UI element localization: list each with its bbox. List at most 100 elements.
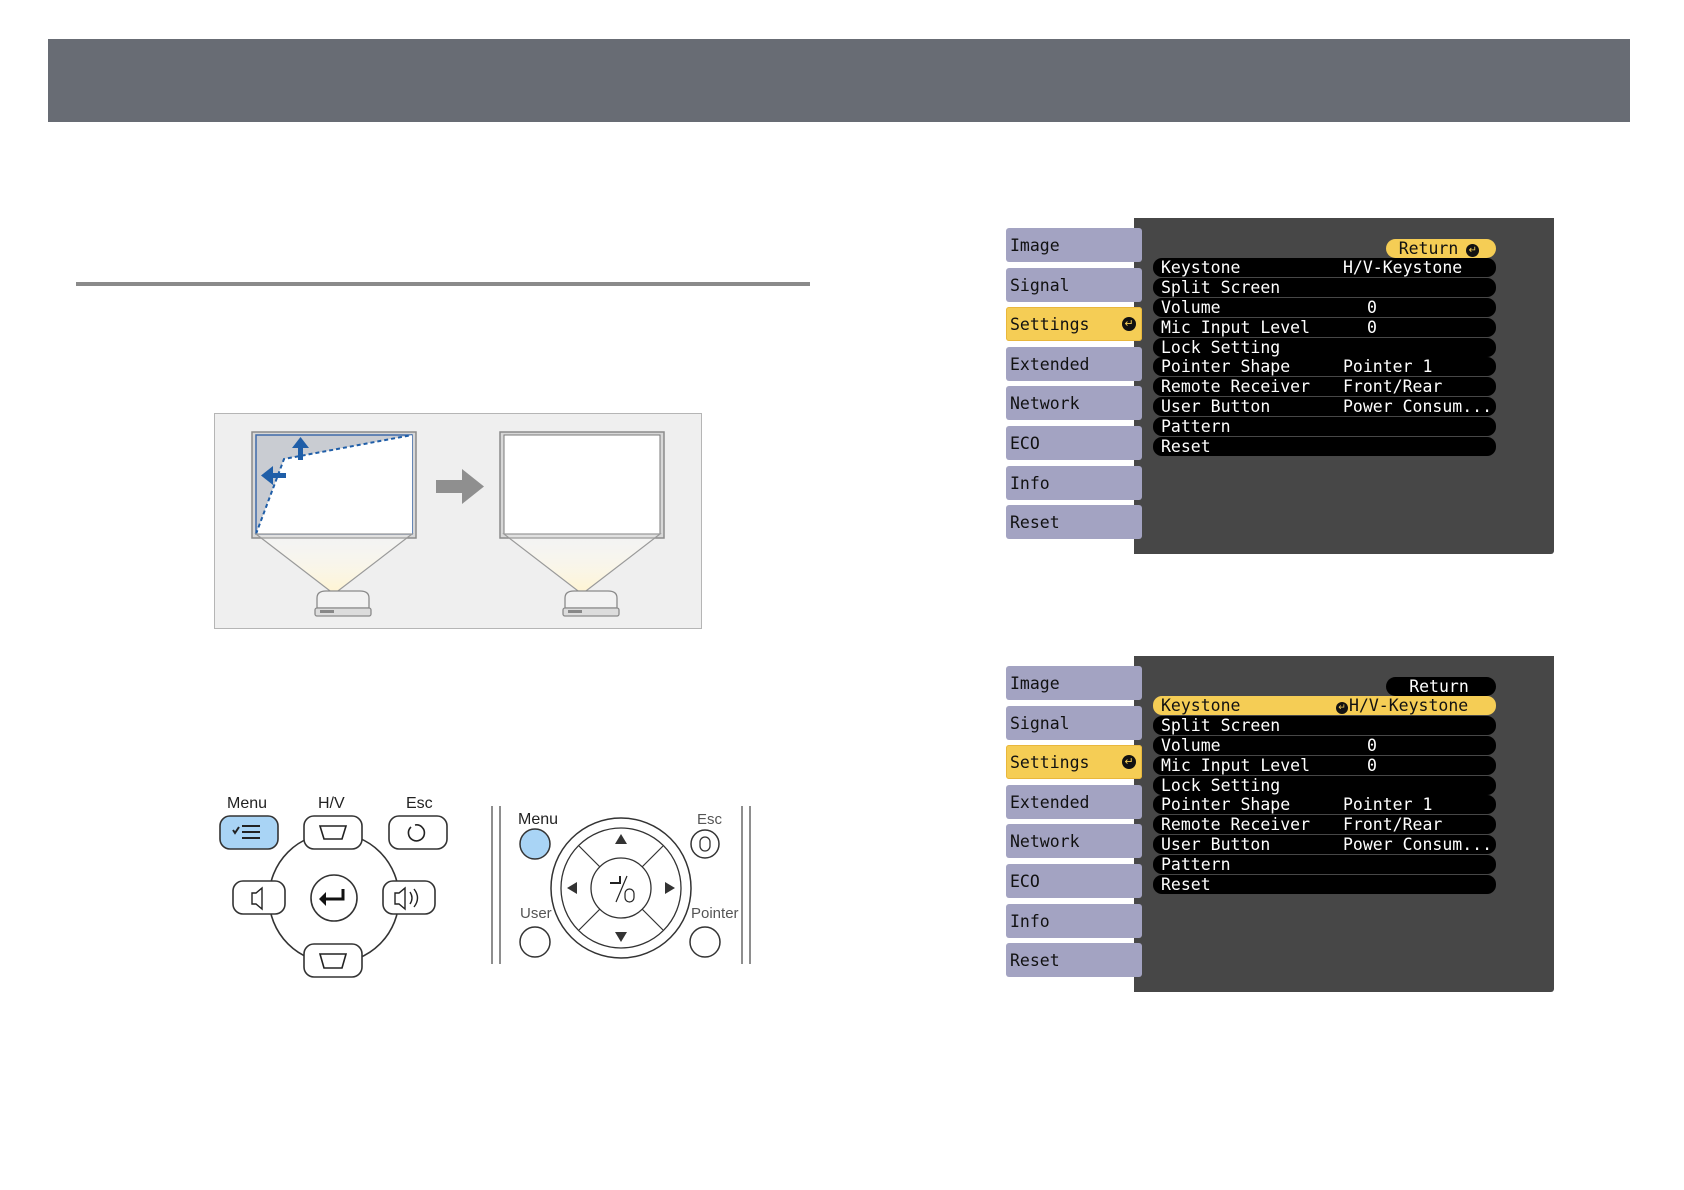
row-value: Front/Rear	[1343, 377, 1443, 397]
remote-user-label: User	[520, 905, 552, 922]
sidebar-item-image[interactable]: Image	[1006, 228, 1142, 262]
volume-up-button[interactable]	[382, 880, 436, 915]
enter-button[interactable]	[310, 874, 358, 922]
menu-row-user-button[interactable]: User Button Power Consum...	[1153, 835, 1496, 855]
return-button[interactable]: Return	[1386, 677, 1496, 696]
row-label: Remote Receiver	[1161, 377, 1311, 397]
sidebar-item-label: Reset	[1010, 951, 1060, 971]
sidebar-item-label: ECO	[1010, 433, 1040, 453]
menu-label: Menu	[227, 795, 267, 812]
sidebar-item-eco[interactable]: ECO	[1006, 425, 1142, 460]
row-label: Lock Setting	[1161, 775, 1281, 795]
remote-user-button[interactable]	[519, 926, 551, 958]
row-label: Pattern	[1161, 417, 1231, 437]
projector-right	[562, 590, 620, 617]
menu-row-pattern[interactable]: Pattern	[1153, 417, 1496, 437]
row-label: Mic Input Level	[1161, 755, 1311, 775]
menu-button[interactable]	[219, 815, 279, 850]
return-button[interactable]: Return ↵	[1386, 239, 1496, 258]
menu-row-mic-input-level[interactable]: Mic Input Level 0	[1153, 317, 1496, 337]
menu-row-lock-setting[interactable]: Lock Setting	[1153, 337, 1496, 357]
menu-row-user-button[interactable]: User Button Power Consum...	[1153, 397, 1496, 417]
menu-row-mic-input-level[interactable]: Mic Input Level 0	[1153, 755, 1496, 775]
menu-row-volume[interactable]: Volume 0	[1153, 735, 1496, 755]
menu-row-reset[interactable]: Reset	[1153, 437, 1496, 457]
row-label: Reset	[1161, 875, 1211, 895]
menu-row-remote-receiver[interactable]: Remote Receiver Front/Rear	[1153, 377, 1496, 397]
row-label: Keystone	[1161, 696, 1241, 715]
menu-row-pointer-shape[interactable]: Pointer Shape Pointer 1	[1153, 795, 1496, 815]
projector-left	[314, 590, 372, 617]
sidebar-item-label: ECO	[1010, 871, 1040, 891]
menu-row-pointer-shape[interactable]: Pointer Shape Pointer 1	[1153, 357, 1496, 377]
osd-menu-settings: Image Signal Settings ↵ Extended Network …	[1006, 218, 1554, 558]
row-label: User Button	[1161, 835, 1271, 855]
keystone-correction-illustration	[214, 413, 702, 629]
sidebar-item-image[interactable]: Image	[1006, 666, 1142, 700]
menu-row-keystone[interactable]: Keystone ↵ H/V-Keystone	[1153, 696, 1496, 715]
row-label: Pattern	[1161, 855, 1231, 875]
sidebar-item-label: Signal	[1010, 275, 1070, 295]
row-label: Pointer Shape	[1161, 795, 1291, 815]
row-label: Keystone	[1161, 258, 1241, 277]
row-value: 0	[1367, 755, 1377, 775]
keystone-down-button[interactable]	[303, 943, 363, 978]
row-label: Pointer Shape	[1161, 357, 1291, 377]
sidebar-item-label: Signal	[1010, 713, 1070, 733]
osd-sidebar: Image Signal Settings ↵ Extended Network …	[1006, 666, 1142, 983]
hv-keystone-button[interactable]	[303, 815, 363, 850]
remote-esc-button[interactable]	[690, 829, 720, 859]
row-value: Pointer 1	[1343, 357, 1433, 377]
remote-control-illustration: Menu Esc User Pointer	[491, 806, 751, 964]
osd-menu-keystone-selected: Image Signal Settings ↵ Extended Network …	[1006, 656, 1554, 996]
sidebar-item-info[interactable]: Info	[1006, 465, 1142, 500]
menu-row-lock-setting[interactable]: Lock Setting	[1153, 775, 1496, 795]
esc-button[interactable]	[388, 815, 448, 850]
row-value: 0	[1367, 735, 1377, 755]
menu-row-keystone[interactable]: Keystone H/V-Keystone	[1153, 258, 1496, 277]
row-value: 0	[1367, 317, 1377, 337]
section-divider	[76, 282, 810, 286]
sidebar-item-signal[interactable]: Signal	[1006, 267, 1142, 302]
menu-row-volume[interactable]: Volume 0	[1153, 297, 1496, 317]
sidebar-item-extended[interactable]: Extended	[1006, 346, 1142, 381]
menu-row-reset[interactable]: Reset	[1153, 875, 1496, 895]
sidebar-item-signal[interactable]: Signal	[1006, 705, 1142, 740]
remote-dpad[interactable]	[550, 817, 692, 959]
sidebar-item-eco[interactable]: ECO	[1006, 863, 1142, 898]
sidebar-item-settings[interactable]: Settings ↵	[1006, 307, 1142, 342]
row-value: Pointer 1	[1343, 795, 1433, 815]
esc-label: Esc	[406, 795, 433, 812]
menu-row-remote-receiver[interactable]: Remote Receiver Front/Rear	[1153, 815, 1496, 835]
row-value: Power Consum...	[1343, 835, 1493, 855]
row-label: User Button	[1161, 397, 1271, 417]
menu-row-split-screen[interactable]: Split Screen	[1153, 277, 1496, 297]
volume-down-button[interactable]	[232, 880, 286, 915]
remote-menu-button[interactable]	[519, 828, 551, 860]
sidebar-item-label: Settings	[1010, 753, 1090, 773]
row-label: Split Screen	[1161, 715, 1281, 735]
row-label: Remote Receiver	[1161, 815, 1311, 835]
page-header-bar	[48, 39, 1630, 122]
sidebar-item-label: Extended	[1010, 354, 1090, 374]
sidebar-item-info[interactable]: Info	[1006, 903, 1142, 938]
row-value: H/V-Keystone	[1343, 258, 1463, 277]
return-label: Return	[1398, 239, 1459, 258]
sidebar-item-label: Image	[1010, 236, 1060, 255]
menu-row-split-screen[interactable]: Split Screen	[1153, 715, 1496, 735]
osd-sidebar: Image Signal Settings ↵ Extended Network …	[1006, 228, 1142, 545]
sidebar-item-settings[interactable]: Settings ↵	[1006, 745, 1142, 780]
menu-row-pattern[interactable]: Pattern	[1153, 855, 1496, 875]
sidebar-item-label: Reset	[1010, 513, 1060, 533]
sidebar-item-network[interactable]: Network	[1006, 824, 1142, 859]
row-value: ↵ H/V-Keystone	[1336, 696, 1468, 715]
sidebar-item-reset[interactable]: Reset	[1006, 505, 1142, 540]
sidebar-item-reset[interactable]: Reset	[1006, 943, 1142, 978]
sidebar-item-extended[interactable]: Extended	[1006, 784, 1142, 819]
sidebar-item-label: Extended	[1010, 792, 1090, 812]
remote-pointer-button[interactable]	[689, 926, 721, 958]
enter-icon: ↵	[1336, 702, 1348, 714]
sidebar-item-network[interactable]: Network	[1006, 386, 1142, 421]
enter-icon: ↵	[1466, 244, 1480, 257]
enter-icon: ↵	[1122, 755, 1136, 770]
